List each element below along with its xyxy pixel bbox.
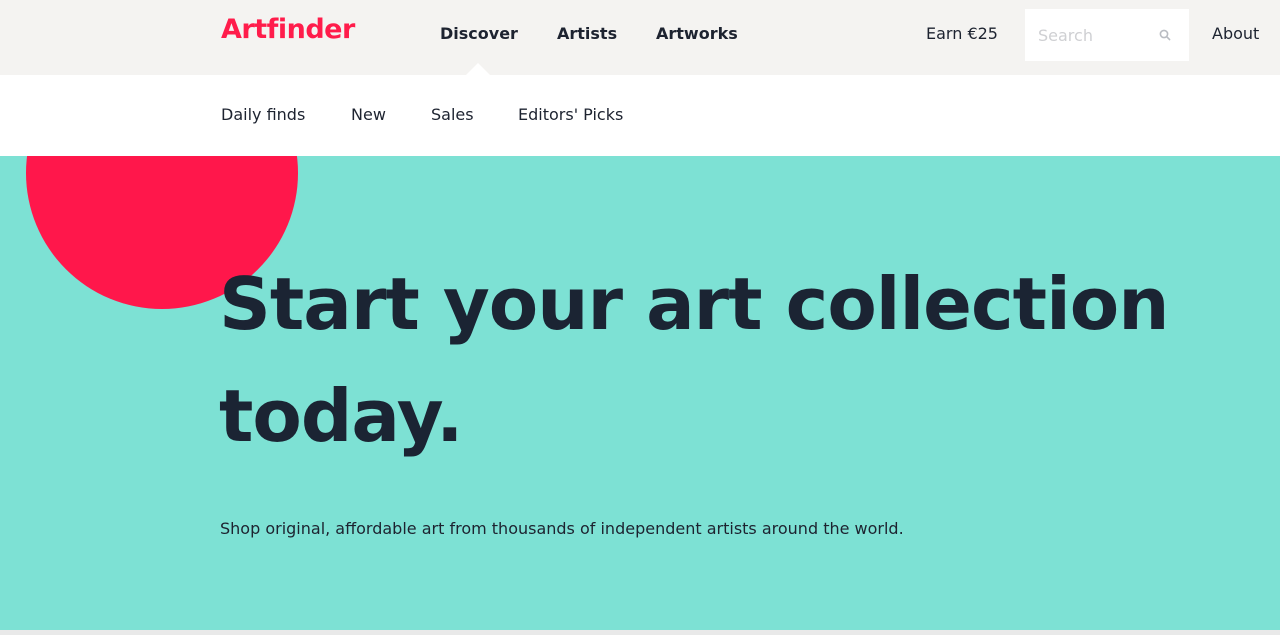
search-input[interactable] — [1025, 9, 1155, 61]
search-box — [1025, 9, 1189, 61]
hero-tagline: Shop original, affordable art from thous… — [220, 519, 904, 538]
hero-headline: Start your art collection today. — [219, 262, 1170, 458]
active-nav-caret — [466, 63, 490, 75]
page-divider — [0, 630, 1280, 635]
subnav-editors-picks[interactable]: Editors' Picks — [518, 105, 623, 124]
subnav-sales[interactable]: Sales — [431, 105, 474, 124]
top-navigation-bar: Artfinder Discover Artists Artworks Earn… — [0, 0, 1280, 75]
nav-artists[interactable]: Artists — [557, 24, 617, 43]
discover-subnav: Daily finds New Sales Editors' Picks — [0, 75, 1280, 156]
search-icon[interactable] — [1156, 26, 1174, 44]
artfinder-logo[interactable]: Artfinder — [221, 14, 355, 45]
earn-referral-link[interactable]: Earn €25 — [926, 24, 998, 43]
hero-banner: Start your art collection today. Shop or… — [0, 156, 1280, 630]
nav-artworks[interactable]: Artworks — [656, 24, 738, 43]
subnav-new[interactable]: New — [351, 105, 386, 124]
nav-about[interactable]: About — [1212, 24, 1259, 43]
nav-discover[interactable]: Discover — [440, 24, 518, 43]
subnav-daily-finds[interactable]: Daily finds — [221, 105, 305, 124]
